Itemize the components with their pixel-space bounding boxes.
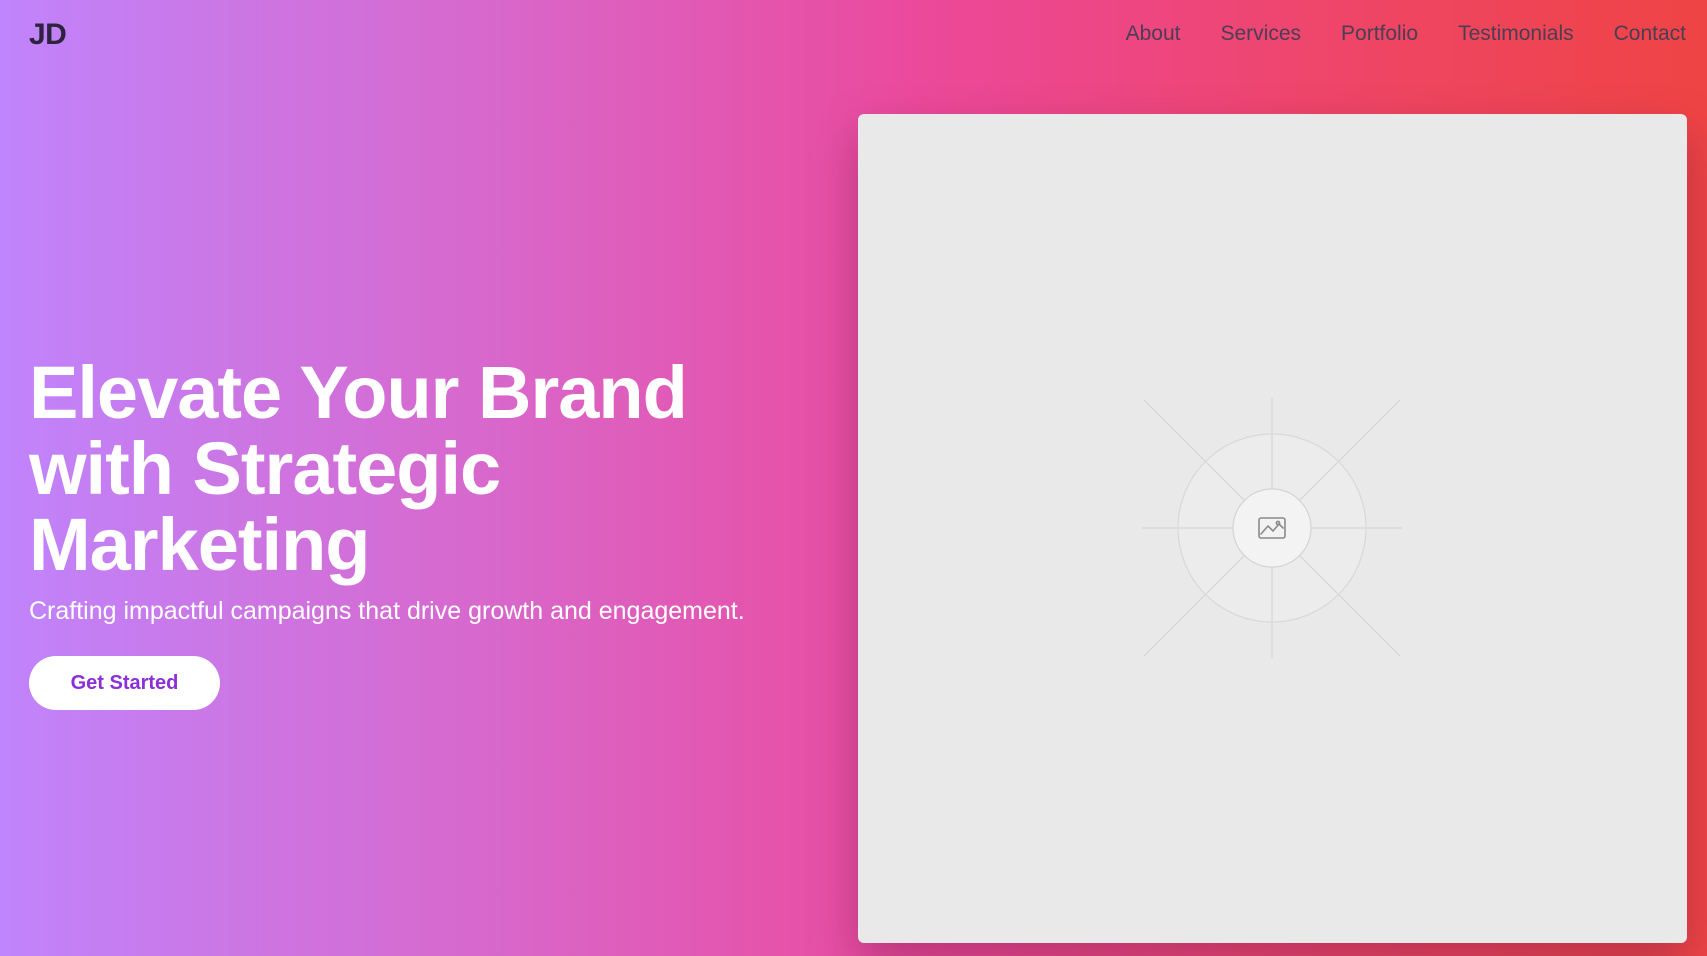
get-started-button[interactable]: Get Started [29,656,220,710]
nav-link-portfolio[interactable]: Portfolio [1341,22,1418,46]
placeholder-inner-circle [1232,488,1312,568]
placeholder-graphic [1142,398,1402,658]
nav-links: About Services Portfolio Testimonials Co… [1126,22,1686,46]
hero-headline: Elevate Your Brand with Strategic Market… [29,355,789,583]
headline-line-2: with Strategic [29,427,501,510]
nav-link-testimonials[interactable]: Testimonials [1458,22,1574,46]
headline-line-1: Elevate Your Brand [29,351,688,434]
nav-link-services[interactable]: Services [1221,22,1302,46]
logo[interactable]: JD [29,18,67,52]
hero-image-placeholder [858,114,1687,943]
nav-link-about[interactable]: About [1126,22,1181,46]
nav-link-contact[interactable]: Contact [1614,22,1686,46]
hero-section: Elevate Your Brand with Strategic Market… [29,355,829,710]
hero-subhead: Crafting impactful campaigns that drive … [29,597,745,625]
top-nav: JD About Services Portfolio Testimonials… [0,0,1707,70]
headline-line-3: Marketing [29,503,371,586]
